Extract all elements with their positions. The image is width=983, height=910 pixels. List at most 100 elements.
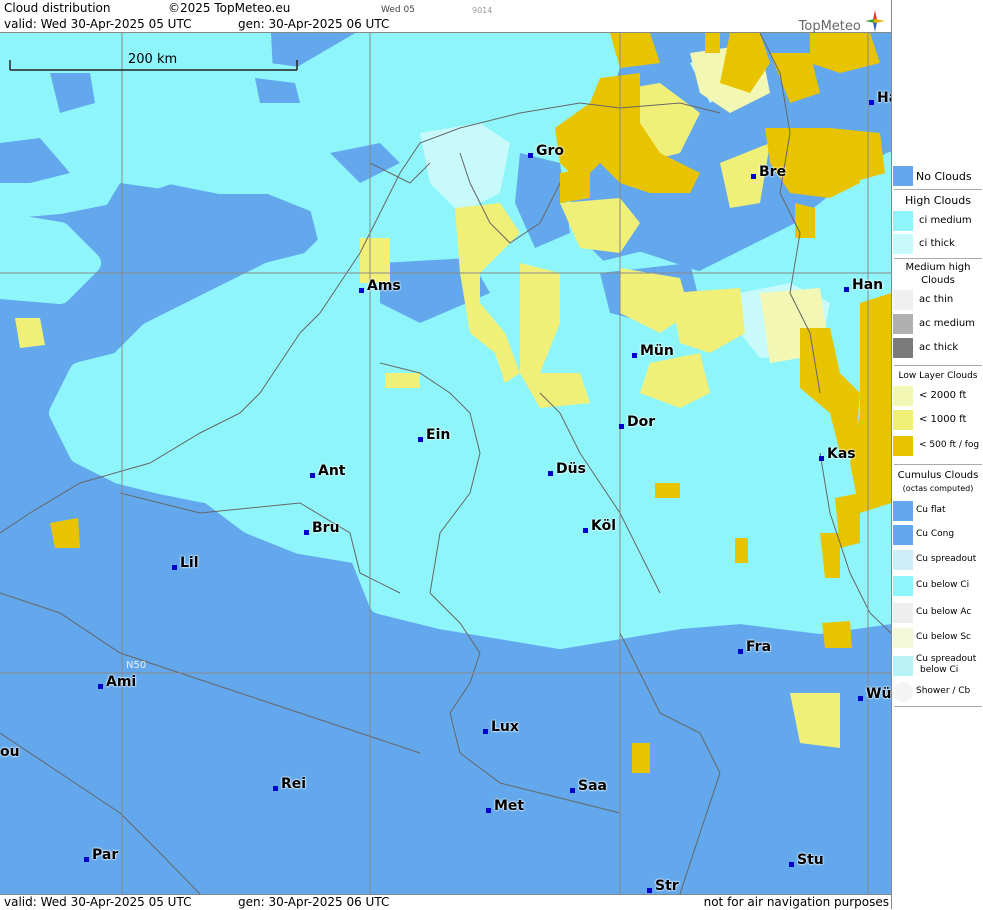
city-marker xyxy=(310,473,315,478)
latitude-label: N50 xyxy=(126,660,147,671)
legend-low-500: < 500 ft / fog xyxy=(892,436,983,458)
legend-ac-thin: ac thin xyxy=(892,290,983,312)
city-marker xyxy=(751,174,756,179)
city-marker xyxy=(570,788,575,793)
legend-divider xyxy=(894,464,982,465)
city-label: Lux xyxy=(483,719,519,735)
legend-cu-spreadout-below-ci: Cu spreadout below Ci xyxy=(892,654,983,680)
city-marker xyxy=(172,565,177,570)
city-marker xyxy=(359,288,364,293)
city-label: Ami xyxy=(98,674,136,690)
valid-time: valid: Wed 30-Apr-2025 05 UTC xyxy=(4,17,192,31)
footer-generated-time: gen: 30-Apr-2025 06 UTC xyxy=(238,895,390,909)
city-marker xyxy=(418,437,423,442)
legend-swatch xyxy=(893,314,913,334)
city-label: ou xyxy=(0,744,20,760)
legend-ac-medium: ac medium xyxy=(892,314,983,336)
city-marker xyxy=(869,100,874,105)
city-label: Met xyxy=(486,798,524,814)
header-bar: Cloud distribution ©2025 TopMeteo.eu val… xyxy=(0,0,891,34)
legend-swatch xyxy=(893,338,913,358)
copyright: ©2025 TopMeteo.eu xyxy=(168,1,291,15)
topmeteo-logo: TopMeteo xyxy=(799,10,885,34)
city-label: Köl xyxy=(583,518,616,534)
legend-divider xyxy=(894,189,982,190)
legend-cu-title: Cumulus Clouds xyxy=(897,470,979,481)
logo-text: TopMeteo xyxy=(798,19,861,34)
legend-divider xyxy=(894,258,982,259)
legend-swatch xyxy=(893,410,913,430)
city-marker xyxy=(789,862,794,867)
legend-cu-cong: Cu Cong xyxy=(892,525,983,547)
legend-low-2000: < 2000 ft xyxy=(892,386,983,408)
legend-cu-subtitle: (octas computed) xyxy=(902,484,974,493)
legend-ci-medium: ci medium xyxy=(892,211,983,233)
legend-low-title: Low Layer Clouds xyxy=(898,371,978,381)
legend-shower-cb: Shower / Cb xyxy=(892,682,983,704)
navigation-disclaimer: not for air navigation purposes xyxy=(703,895,889,909)
legend-swatch xyxy=(893,628,913,648)
city-label: Bru xyxy=(304,520,340,536)
cloud-map-graphic xyxy=(0,33,891,894)
city-label: Düs xyxy=(548,461,586,477)
legend-medium-title-1: Medium high xyxy=(905,262,971,273)
legend-no-clouds: No Clouds xyxy=(892,166,983,188)
city-marker xyxy=(619,424,624,429)
legend-panel: No Clouds High Clouds ci medium ci thick… xyxy=(891,0,983,909)
legend-divider xyxy=(894,365,982,366)
city-label: Mün xyxy=(632,343,674,359)
city-label: Han xyxy=(844,277,883,293)
legend-swatch xyxy=(893,603,913,623)
legend-cu-below-ci: Cu below Ci xyxy=(892,576,983,598)
run-code-label: 9014 xyxy=(472,6,493,15)
legend-medium-title-2: Clouds xyxy=(921,275,955,286)
legend-ac-thick: ac thick xyxy=(892,338,983,360)
map-title: Cloud distribution xyxy=(4,1,111,15)
legend-swatch xyxy=(893,550,913,570)
legend-cu-flat: Cu flat xyxy=(892,501,983,523)
city-label: Ein xyxy=(418,427,450,443)
city-label: Str xyxy=(647,878,679,894)
legend-cu-below-sc: Cu below Sc xyxy=(892,628,983,650)
city-label: Bre xyxy=(751,164,786,180)
city-label: Stu xyxy=(789,852,824,868)
footer-bar: valid: Wed 30-Apr-2025 05 UTC gen: 30-Ap… xyxy=(0,894,891,910)
city-marker xyxy=(583,528,588,533)
footer-valid-time: valid: Wed 30-Apr-2025 05 UTC xyxy=(4,895,192,909)
city-marker xyxy=(528,153,533,158)
legend-swatch xyxy=(893,211,913,231)
scale-label: 200 km xyxy=(128,52,178,67)
generated-time: gen: 30-Apr-2025 06 UTC xyxy=(238,17,390,31)
legend-swatch xyxy=(893,386,913,406)
forecast-step-label: Wed 05 xyxy=(381,5,415,15)
city-label: Fra xyxy=(738,639,771,655)
legend-swatch xyxy=(893,576,913,596)
compass-icon xyxy=(865,10,885,32)
legend-swatch xyxy=(893,166,913,186)
cloud-map[interactable]: 200 km N50 Gro Bre Ha Ams Han Mün Dor Ei… xyxy=(0,33,891,894)
legend-swatch xyxy=(893,525,913,545)
city-marker xyxy=(273,786,278,791)
legend-high-title: High Clouds xyxy=(905,194,971,207)
city-marker xyxy=(483,729,488,734)
legend-ci-thick: ci thick xyxy=(892,234,983,256)
legend-low-1000: < 1000 ft xyxy=(892,410,983,432)
city-marker xyxy=(548,471,553,476)
city-label: Lil xyxy=(172,555,199,571)
city-marker xyxy=(632,353,637,358)
city-label: Wü xyxy=(858,686,891,702)
city-label: Dor xyxy=(619,414,655,430)
city-marker xyxy=(819,456,824,461)
legend-swatch xyxy=(893,682,913,702)
city-marker xyxy=(647,888,652,893)
city-label: Gro xyxy=(528,143,564,159)
city-label: Par xyxy=(84,847,118,863)
city-label: Kas xyxy=(819,446,856,462)
city-marker xyxy=(98,684,103,689)
city-label: Ams xyxy=(359,278,401,294)
legend-swatch xyxy=(893,290,913,310)
city-marker xyxy=(738,649,743,654)
city-marker xyxy=(844,287,849,292)
legend-cu-below-ac: Cu below Ac xyxy=(892,603,983,625)
city-label: Saa xyxy=(570,778,607,794)
